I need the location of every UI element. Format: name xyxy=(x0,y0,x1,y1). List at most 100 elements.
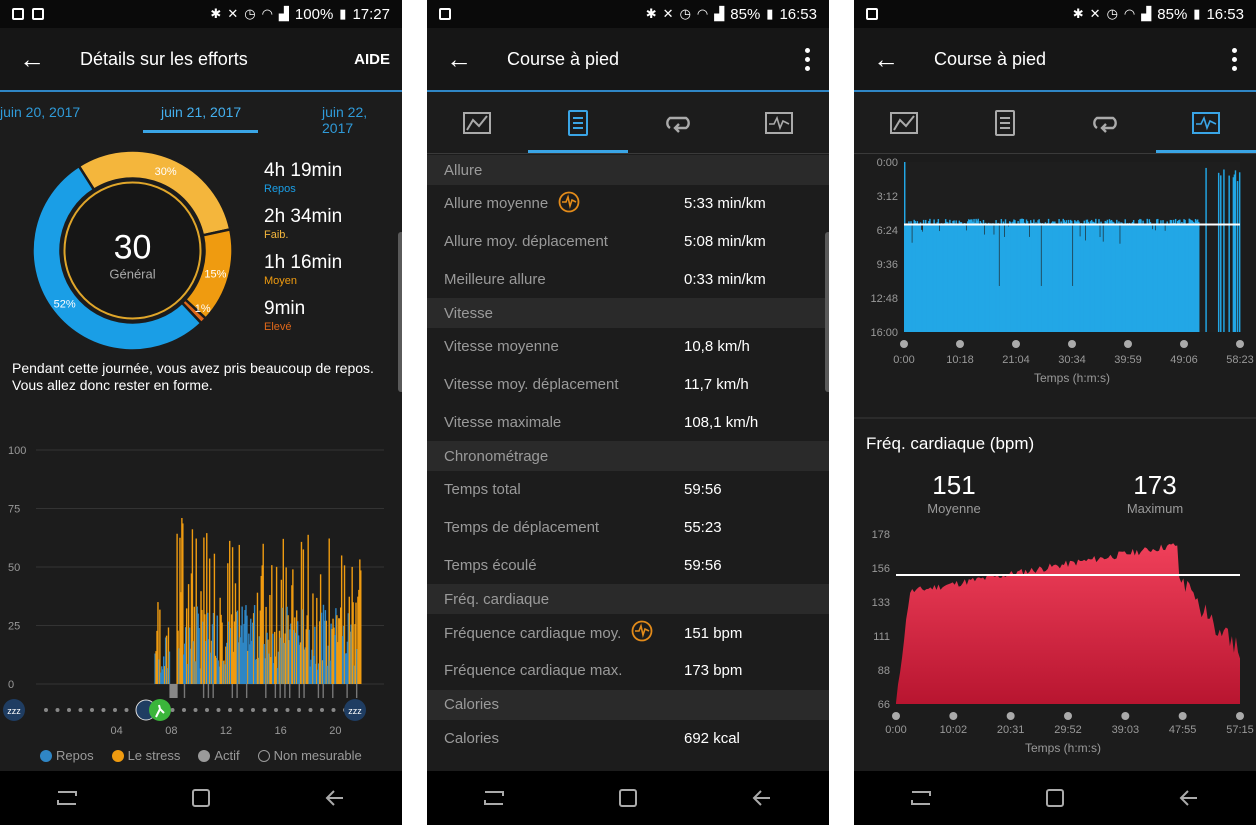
phone-screen-run-stats: ✱ ✕ ◷ ◠ ▟ 85% ▮ 16:53 ← Course à pied Al… xyxy=(427,0,829,825)
tab-stats[interactable] xyxy=(955,92,1056,153)
activity-block xyxy=(169,684,178,698)
section-header: Calories xyxy=(427,689,829,720)
tab-date-prev[interactable]: juin 20, 2017 xyxy=(0,104,80,120)
x-tick-label: 16 xyxy=(275,725,287,737)
x-tick-dot xyxy=(1012,340,1020,348)
x-tick-label: 10:18 xyxy=(946,354,974,366)
bluetooth-icon: ✱ xyxy=(1072,6,1084,21)
legend-swatch xyxy=(40,749,52,762)
home-button[interactable] xyxy=(1035,778,1075,818)
home-button[interactable] xyxy=(181,778,221,818)
tab-charts[interactable] xyxy=(1155,92,1256,153)
tab-date-current[interactable]: juin 21, 2017 xyxy=(161,104,241,120)
pace-bar xyxy=(1223,169,1225,332)
x-tick-label: 39:03 xyxy=(1112,724,1140,736)
gallery-icon xyxy=(439,8,451,20)
stress-donut-chart: 30% 15% 1% 52% 30 Général xyxy=(30,148,235,353)
stat-row: Vitesse moy. déplacement 11,7 km/h xyxy=(427,366,829,404)
activity-tick xyxy=(265,684,267,698)
stat-label-wrap: Fréquence cardiaque max. xyxy=(444,662,684,679)
stress-bar-chart: 100 75 50 25 0 zzz zzz 04 08 12 16 20 xyxy=(0,440,402,740)
activity-tick xyxy=(274,684,277,698)
back-button[interactable]: ← xyxy=(854,28,918,90)
activity-tabs xyxy=(427,90,829,154)
stat-label-wrap: Temps de déplacement xyxy=(444,519,684,536)
tab-indicator xyxy=(143,130,258,133)
stat-label: Temps total xyxy=(444,481,521,499)
tab-map[interactable] xyxy=(854,92,955,153)
stat-value: 59:56 xyxy=(684,556,722,574)
gallery-icon xyxy=(32,8,44,20)
timeline-dot xyxy=(55,708,60,712)
home-icon xyxy=(619,789,637,807)
recent-apps-button[interactable] xyxy=(474,778,514,818)
x-tick-label: 20 xyxy=(329,725,341,737)
x-axis-label: Temps (h:m:s) xyxy=(1034,371,1110,385)
stat-label-wrap: Calories xyxy=(444,730,684,747)
section-header: Fréq. cardiaque xyxy=(427,584,829,615)
stat-label: Vitesse moyenne xyxy=(444,338,559,356)
tab-laps[interactable] xyxy=(1055,92,1156,153)
y-tick-label: 178 xyxy=(872,529,890,541)
stat-label-wrap: Fréquence cardiaque moy. xyxy=(444,620,684,646)
help-button[interactable]: AIDE xyxy=(354,51,390,68)
heart-rate-icon[interactable] xyxy=(631,620,653,646)
x-tick-dot xyxy=(900,340,908,348)
duration-item: 9min Elevé xyxy=(264,298,342,335)
activity-tick xyxy=(346,684,348,698)
activity-tick xyxy=(231,684,234,698)
menu-dot xyxy=(804,56,810,62)
tab-date-next[interactable]: juin 22, 2017 xyxy=(322,104,402,136)
stat-row: Meilleure allure 0:33 min/km xyxy=(427,260,829,298)
duration-label: Repos xyxy=(264,183,296,195)
pace-bar xyxy=(1228,175,1230,332)
heart-rate-icon[interactable] xyxy=(558,191,580,217)
scroll-edge xyxy=(825,232,829,392)
divider xyxy=(854,417,1256,419)
x-tick-dot xyxy=(1124,340,1132,348)
y-tick-label: 16:00 xyxy=(870,327,898,339)
back-button[interactable]: ← xyxy=(0,28,64,90)
overflow-menu-button[interactable] xyxy=(785,28,829,90)
overflow-menu-button[interactable] xyxy=(1212,28,1256,90)
timeline-dot xyxy=(124,708,129,712)
menu-dot xyxy=(804,65,810,71)
x-tick-dot xyxy=(892,712,900,720)
timeline-dot xyxy=(113,708,117,712)
stat-row: Allure moy. déplacement 5:08 min/km xyxy=(427,223,829,261)
x-tick-label: 20:31 xyxy=(997,724,1025,736)
stress-bar xyxy=(275,566,278,684)
timeline-dot xyxy=(44,708,48,712)
alarm-icon: ◷ xyxy=(244,6,256,21)
stats-list-icon xyxy=(567,109,588,136)
tab-stats[interactable] xyxy=(527,92,629,153)
overall-score-label: Général xyxy=(109,267,155,282)
page-title: Course à pied xyxy=(507,48,620,69)
tab-laps[interactable] xyxy=(628,92,729,153)
recent-apps-button[interactable] xyxy=(901,778,941,818)
tab-map[interactable] xyxy=(427,92,528,153)
stat-value: 5:08 min/km xyxy=(684,233,766,251)
recent-apps-button[interactable] xyxy=(47,778,87,818)
battery-level: 85% xyxy=(730,5,761,23)
back-nav-button[interactable] xyxy=(1169,778,1209,818)
legend-swatch xyxy=(198,749,211,762)
arrow-left-icon: ← xyxy=(873,43,899,74)
back-button[interactable]: ← xyxy=(427,28,491,90)
battery-icon: ▮ xyxy=(1193,6,1201,21)
x-tick-dot xyxy=(1121,712,1130,720)
phone-screen-stress: ✱ ✕ ◷ ◠ ▟ 100% ▮ 17:27 ← Détails sur les… xyxy=(0,0,402,825)
back-nav-button[interactable] xyxy=(315,778,355,818)
donut-segment-label: 15% xyxy=(204,268,226,280)
duration-value: 1h 16min xyxy=(264,252,343,273)
activity-tick xyxy=(207,684,210,698)
timeline-dot xyxy=(285,708,290,712)
menu-dot xyxy=(804,47,810,53)
back-nav-button[interactable] xyxy=(742,778,782,818)
menu-dot xyxy=(1231,47,1237,53)
home-button[interactable] xyxy=(608,778,648,818)
overall-score: 30 xyxy=(114,229,152,267)
status-bar: ✱ ✕ ◷ ◠ ▟ 100% ▮ 17:27 xyxy=(0,0,402,28)
tab-charts[interactable] xyxy=(729,92,830,153)
wifi-icon: ◠ xyxy=(1123,6,1136,21)
